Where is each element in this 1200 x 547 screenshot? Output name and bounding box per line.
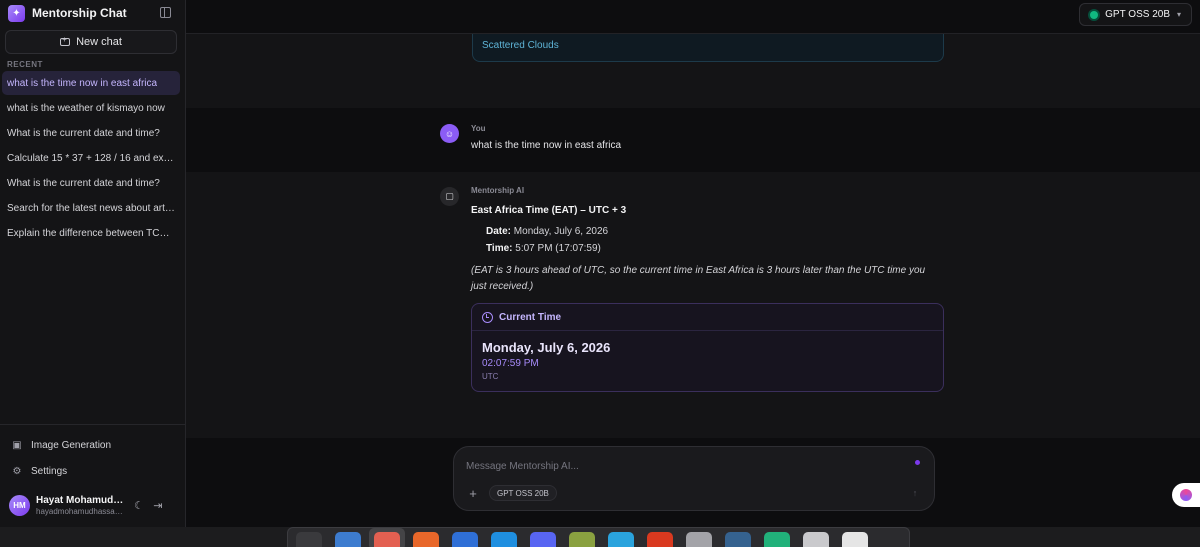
history-item[interactable]: What is the current date and time? — [2, 121, 180, 145]
new-chat-icon — [60, 35, 71, 46]
ai-date-label: Date: — [486, 226, 512, 237]
dock-app-help-icon[interactable] — [452, 532, 478, 547]
ai-time-label: Time: — [486, 243, 513, 254]
image-generation-link[interactable]: ▣ Image Generation — [0, 432, 186, 458]
history-item-label: Search for the latest news about artific… — [7, 202, 175, 214]
model-chip[interactable]: GPT OSS 20B — [489, 485, 557, 501]
message-input[interactable] — [466, 458, 906, 474]
dock-app-terminal-icon[interactable] — [296, 532, 322, 547]
dock-app-vscode-icon[interactable] — [491, 532, 517, 547]
user-message-text: what is the time now in east africa — [471, 140, 622, 151]
history-item-label: What is the current date and time? — [7, 127, 160, 139]
message-composer: + GPT OSS 20B ↑ — [453, 446, 935, 511]
user-icon: ☺ — [440, 124, 459, 143]
app-title: Mentorship Chat — [32, 6, 127, 20]
sidebar-footer: ▣ Image Generation ⚙ Settings — [0, 424, 186, 484]
model-selector-button[interactable]: GPT OSS 20B ▾ — [1079, 3, 1192, 26]
dock-app-pycharm-icon[interactable] — [764, 532, 790, 547]
avatar[interactable]: HM — [9, 494, 30, 516]
user-name: Hayat Mohamud Hassan — [36, 494, 124, 506]
history-item[interactable]: what is the time now in east africa — [2, 71, 180, 95]
dock-app-text-editor-icon[interactable] — [803, 532, 829, 547]
time-card-timezone: UTC — [482, 372, 499, 381]
sidebar-header: ✦ Mentorship Chat — [0, 0, 185, 26]
dock-app-postgres-icon[interactable] — [725, 532, 751, 547]
time-card-time: 02:07:59 PM — [482, 358, 539, 369]
logout-icon[interactable]: ⇥ — [151, 498, 165, 512]
history-item[interactable]: Search for the latest news about artific… — [2, 196, 180, 220]
history-item[interactable]: Calculate 15 * 37 + 128 / 16 and explain — [2, 146, 180, 170]
user-role-label: You — [471, 124, 486, 133]
clock-icon — [482, 311, 493, 323]
theme-toggle-icon[interactable]: ☾ — [132, 498, 146, 512]
model-status-icon — [1090, 10, 1099, 19]
time-card-date: Monday, July 6, 2026 — [482, 340, 611, 355]
dock-app-ubuntu-icon[interactable] — [842, 532, 868, 547]
sidebar-toggle-icon[interactable] — [160, 7, 171, 18]
history-item-label: what is the weather of kismayo now — [7, 102, 165, 114]
ai-date-value: Monday, July 6, 2026 — [513, 226, 609, 237]
ai-role-label: Mentorship AI — [471, 186, 525, 195]
ai-note: (EAT is 3 hours ahead of UTC, so the cur… — [471, 265, 926, 292]
time-card-title: Current Time — [499, 311, 562, 323]
history-item-label: What is the current date and time? — [7, 177, 160, 189]
history-item-label: Explain the difference between TCP and U… — [7, 227, 175, 239]
settings-label: Settings — [31, 465, 68, 477]
ai-time-value: 5:07 PM (17:07:59) — [515, 243, 601, 254]
floating-assistant-button[interactable] — [1172, 483, 1200, 507]
chat-history-list: what is the time now in east africa what… — [2, 71, 180, 246]
dock-app-chrome-icon[interactable] — [369, 528, 405, 547]
user-profile: HM Hayat Mohamud Hassan hayadmohamudhass… — [0, 490, 186, 520]
dock-app-office-icon[interactable] — [647, 532, 673, 547]
dock-app-archive-icon[interactable] — [569, 532, 595, 547]
sidebar: ✦ Mentorship Chat New chat RECENT what i… — [0, 0, 186, 527]
chevron-down-icon: ▾ — [1176, 10, 1181, 19]
settings-link[interactable]: ⚙ Settings — [0, 458, 186, 484]
new-chat-button[interactable]: New chat — [5, 30, 177, 54]
status-dot-icon — [915, 460, 920, 465]
ai-time-row: Time: 5:07 PM (17:07:59) — [486, 243, 601, 254]
history-item[interactable]: What is the current date and time? — [2, 171, 180, 195]
history-item-label: what is the time now in east africa — [7, 77, 158, 89]
image-icon: ▣ — [12, 439, 22, 451]
dock-app-inkscape-icon[interactable] — [686, 532, 712, 547]
attach-plus-icon[interactable]: + — [466, 486, 480, 501]
user-message — [186, 108, 1200, 172]
image-generation-label: Image Generation — [31, 439, 112, 451]
gear-icon: ⚙ — [12, 465, 22, 477]
model-selector-label: GPT OSS 20B — [1105, 9, 1170, 20]
history-item[interactable]: Explain the difference between TCP and U… — [2, 221, 180, 245]
time-card-header: Current Time — [472, 304, 943, 331]
dock-app-app-orange-icon[interactable] — [413, 532, 439, 547]
bot-icon: ▢ — [440, 187, 459, 206]
new-chat-label: New chat — [76, 36, 122, 48]
top-bar: GPT OSS 20B ▾ — [186, 0, 1200, 34]
ai-heading: East Africa Time (EAT) – UTC + 3 — [471, 205, 627, 216]
user-email: hayadmohamudhassan@gmail.com — [36, 506, 124, 516]
ai-date-row: Date: Monday, July 6, 2026 — [486, 226, 608, 237]
current-time-card: Current Time Monday, July 6, 2026 02:07:… — [471, 303, 944, 392]
history-item-label: Calculate 15 * 37 + 128 / 16 and explain — [7, 152, 175, 164]
send-arrow-icon[interactable]: ↑ — [909, 487, 921, 499]
sparkle-icon: ✦ — [8, 4, 25, 22]
dock-app-files-icon[interactable] — [335, 532, 361, 547]
user-info: Hayat Mohamud Hassan hayadmohamudhassan@… — [36, 495, 124, 516]
dock-app-telegram-icon[interactable] — [608, 532, 634, 547]
assistant-logo-icon — [1180, 489, 1192, 501]
recent-section-label: RECENT — [7, 60, 43, 69]
history-item[interactable]: what is the weather of kismayo now — [2, 96, 180, 120]
weather-condition: Scattered Clouds — [482, 40, 559, 51]
app-dock — [287, 527, 910, 547]
dock-app-discord-icon[interactable] — [530, 532, 556, 547]
